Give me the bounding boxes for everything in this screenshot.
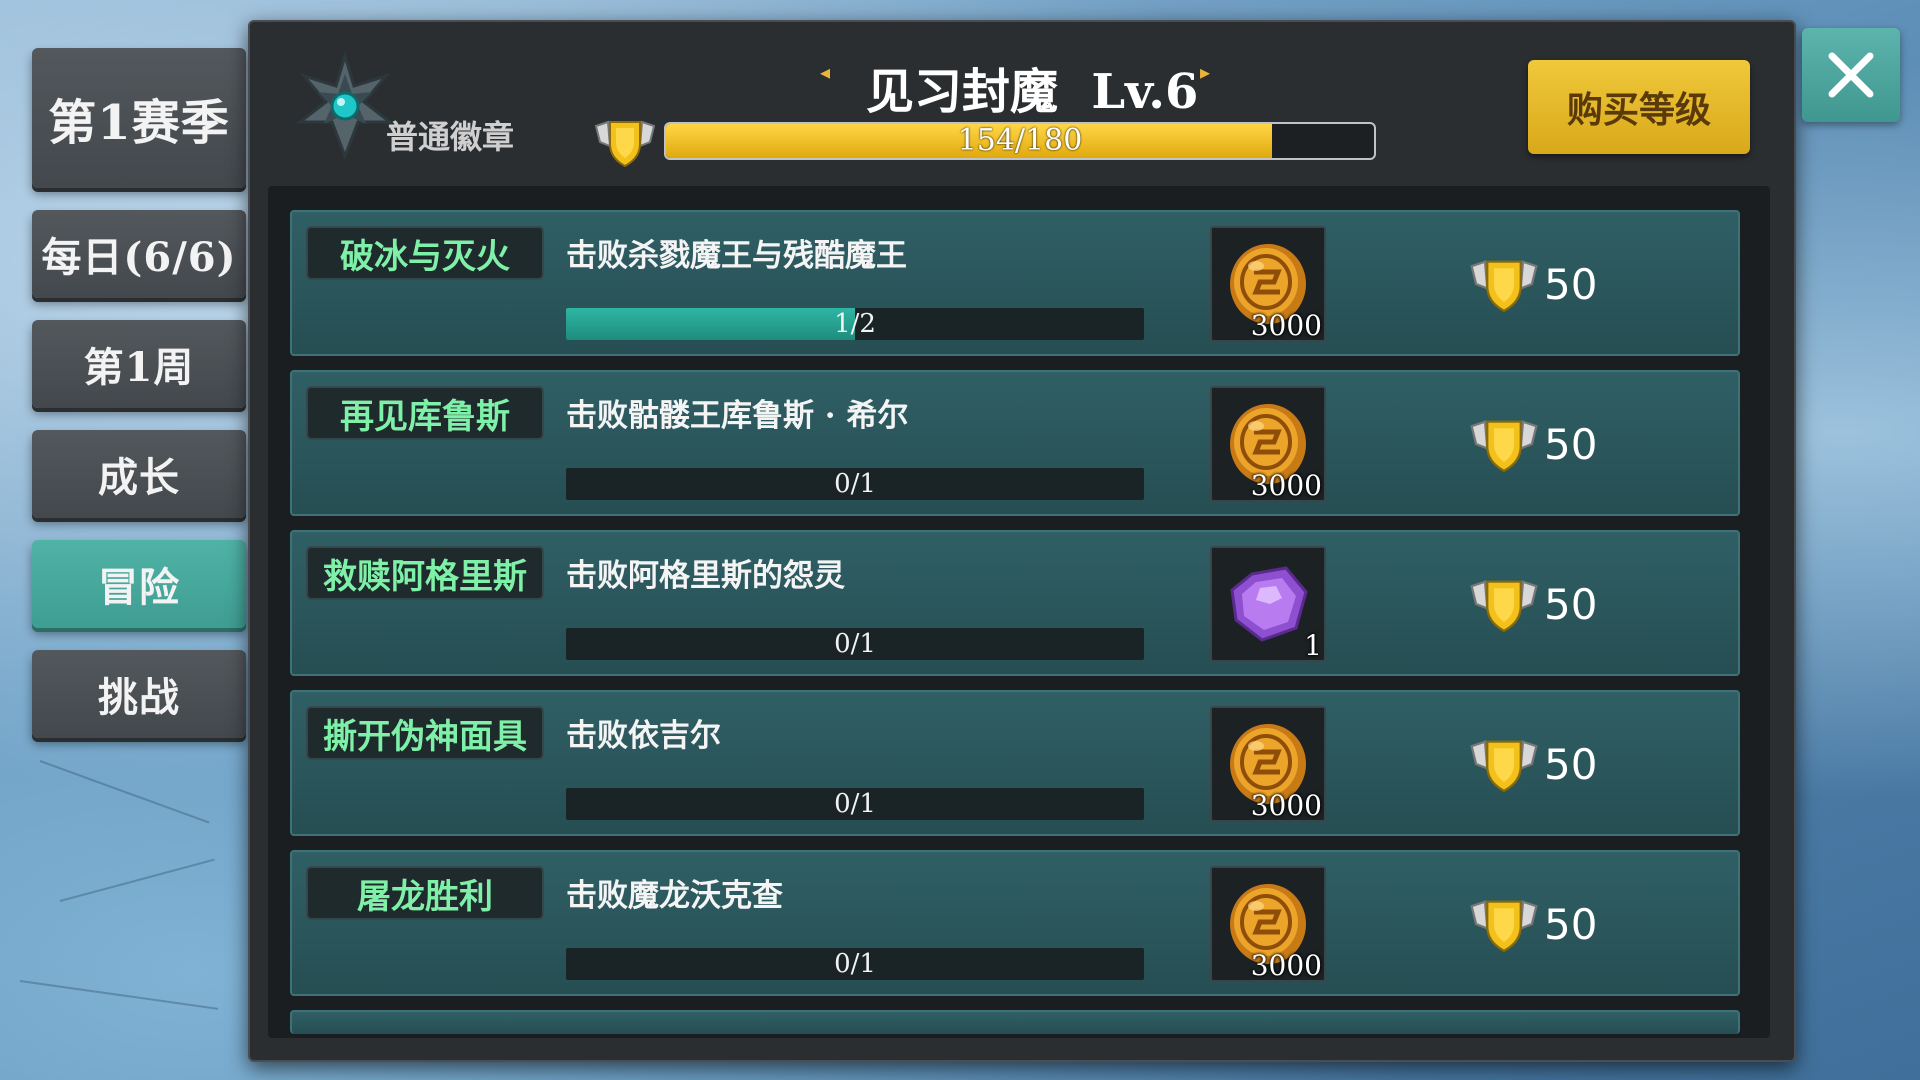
tab-challenge[interactable]: 挑战 — [32, 650, 246, 738]
quest-name: 再见库鲁斯 — [306, 386, 544, 440]
xp-reward: 50 — [1468, 572, 1597, 636]
quest-progress-text: 0/1 — [834, 789, 876, 819]
reward-item-slot[interactable]: 3000 — [1210, 226, 1326, 342]
quest-progress-bar: 0/1 — [566, 468, 1144, 500]
reward-item-count: 3000 — [1250, 949, 1322, 982]
quest-progress-text: 0/1 — [834, 949, 876, 979]
xp-reward: 50 — [1468, 412, 1597, 476]
tab-week-1[interactable]: 第1周 — [32, 320, 246, 408]
quest-description: 击败骷髅王库鲁斯 · 希尔 — [566, 398, 909, 434]
quest-progress-text: 1/2 — [834, 309, 876, 339]
reward-item-count: 3000 — [1250, 789, 1322, 822]
xp-reward: 50 — [1468, 732, 1597, 796]
reward-item-slot[interactable]: 3000 — [1210, 866, 1326, 982]
badge-label: 普通徽章 — [386, 118, 515, 156]
quest-name: 破冰与灭火 — [306, 226, 544, 280]
quest-progress-bar: 1/2 — [566, 308, 1144, 340]
xp-reward-value: 50 — [1544, 899, 1598, 949]
page-title: 见习封魔 Lv.6 — [866, 64, 1199, 120]
ice-crack — [39, 760, 210, 824]
quest-progress-bar: 0/1 — [566, 948, 1144, 980]
winged-shield-icon — [1470, 900, 1538, 953]
quest-description: 击败阿格里斯的怨灵 — [566, 558, 845, 594]
ice-crack — [59, 858, 215, 902]
xp-reward: 50 — [1468, 252, 1597, 316]
quest-row: 撕开伪神面具 击败依吉尔 0/1 3000 50 — [290, 690, 1740, 836]
title-ornament-left: ◂ — [820, 60, 831, 84]
quest-row: 屠龙胜利 击败魔龙沃克查 0/1 3000 50 — [290, 850, 1740, 996]
level-xp-text: 154/180 — [957, 123, 1083, 158]
quest-progress-bar: 0/1 — [566, 628, 1144, 660]
quest-progress-text: 0/1 — [834, 469, 876, 499]
winged-shield-icon — [1470, 740, 1538, 793]
close-icon — [1828, 52, 1874, 98]
reward-item-slot[interactable]: 1 — [1210, 546, 1326, 662]
emblem-icon — [290, 50, 400, 162]
tab-label: 成长 — [98, 454, 180, 501]
winged-shield-icon — [594, 116, 656, 168]
quest-progress-bar: 0/1 — [566, 788, 1144, 820]
quest-description: 击败魔龙沃克查 — [566, 878, 783, 914]
quest-row: 再见库鲁斯 击败骷髅王库鲁斯 · 希尔 0/1 3000 50 — [290, 370, 1740, 516]
ice-crack — [19, 980, 219, 1010]
buy-level-button[interactable]: 购买等级 — [1528, 60, 1750, 154]
tab-label: 每日(6/6) — [41, 234, 237, 281]
quest-row-partial — [290, 1010, 1740, 1034]
tab-daily[interactable]: 每日(6/6) — [32, 210, 246, 298]
reward-item-count: 1 — [1304, 629, 1322, 662]
xp-reward-value: 50 — [1544, 739, 1598, 789]
tab-growth[interactable]: 成长 — [32, 430, 246, 518]
quest-row: 破冰与灭火 击败杀戮魔王与残酷魔王 1/2 3000 50 — [290, 210, 1740, 356]
close-button[interactable] — [1802, 28, 1900, 122]
reward-item-count: 3000 — [1250, 309, 1322, 342]
quest-name: 救赎阿格里斯 — [306, 546, 544, 600]
title-ornament-right: ▸ — [1200, 60, 1211, 84]
winged-shield-icon — [1470, 580, 1538, 633]
winged-shield-icon — [1470, 420, 1538, 473]
tab-label: 第1赛季 — [48, 95, 230, 151]
winged-shield-icon — [1470, 260, 1538, 313]
xp-reward-value: 50 — [1544, 259, 1598, 309]
tab-season-1[interactable]: 第1赛季 — [32, 48, 246, 188]
quest-row: 救赎阿格里斯 击败阿格里斯的怨灵 0/1 1 50 — [290, 530, 1740, 676]
reward-item-slot[interactable]: 3000 — [1210, 706, 1326, 822]
reward-item-slot[interactable]: 3000 — [1210, 386, 1326, 502]
tab-label: 冒险 — [98, 564, 180, 611]
tab-adventure[interactable]: 冒险 — [32, 540, 246, 628]
tab-label: 挑战 — [98, 674, 180, 721]
quest-progress-text: 0/1 — [834, 629, 876, 659]
xp-reward: 50 — [1468, 892, 1597, 956]
quest-name: 屠龙胜利 — [306, 866, 544, 920]
xp-reward-value: 50 — [1544, 579, 1598, 629]
tab-label: 第1周 — [83, 344, 195, 391]
quest-description: 击败杀戮魔王与残酷魔王 — [566, 238, 907, 274]
quest-description: 击败依吉尔 — [566, 718, 721, 754]
reward-item-count: 3000 — [1250, 469, 1322, 502]
quest-name: 撕开伪神面具 — [306, 706, 544, 760]
xp-reward-value: 50 — [1544, 419, 1598, 469]
buy-level-label: 购买等级 — [1566, 89, 1711, 131]
level-xp-bar: 154/180 — [664, 122, 1376, 160]
